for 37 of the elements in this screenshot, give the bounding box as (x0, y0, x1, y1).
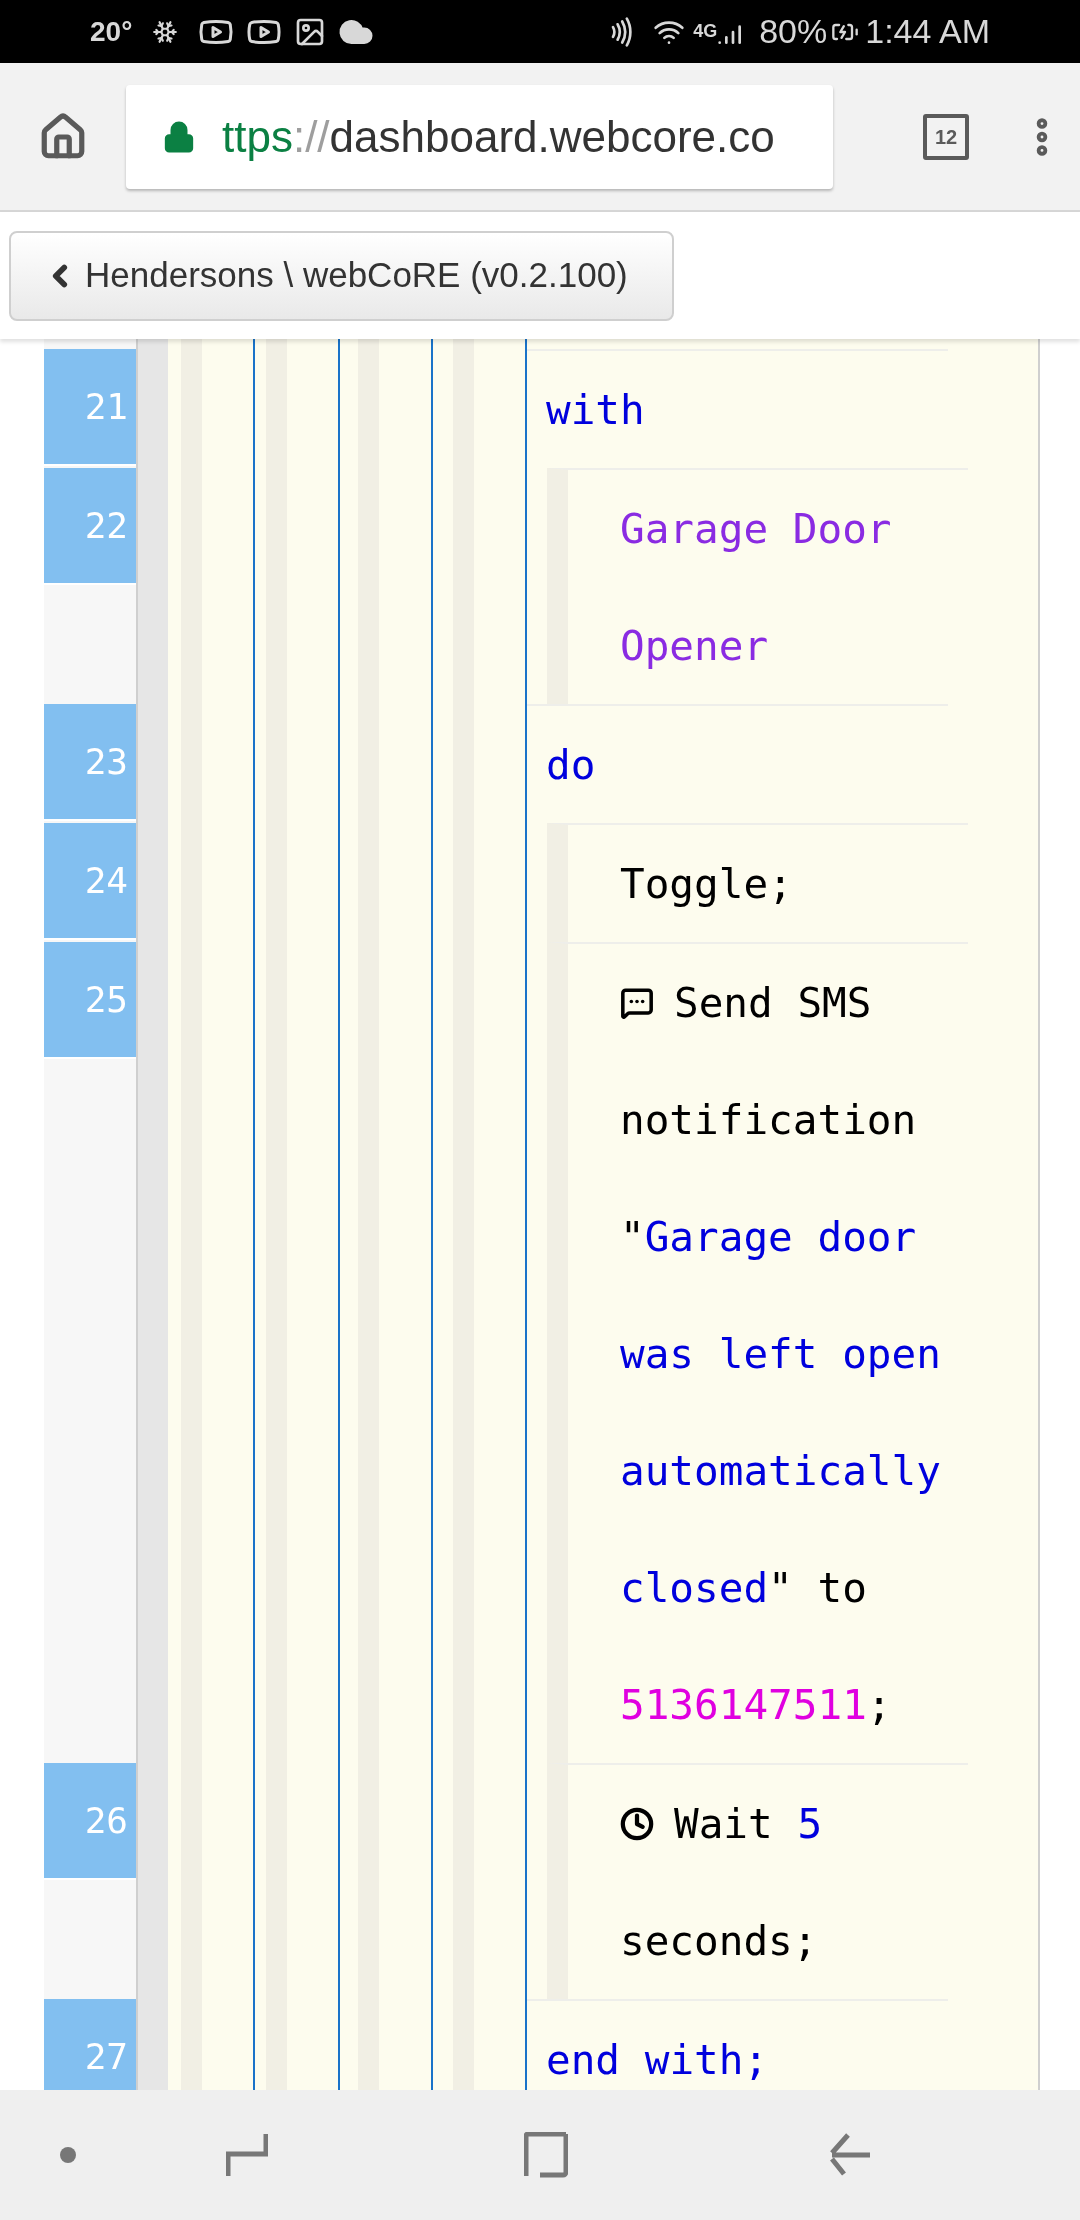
back-button[interactable]: Hendersons \ webCoRE (v0.2.100) (9, 230, 674, 321)
line-number: 22 (44, 468, 136, 585)
tab-count-button[interactable]: 12 (923, 113, 969, 160)
recent-apps-icon[interactable] (226, 2132, 268, 2178)
speech-bubble-icon (620, 985, 654, 1020)
line-number: 24 (44, 823, 136, 940)
back-arrow-icon[interactable] (828, 2132, 872, 2178)
code-line: 5136147511; (620, 1679, 892, 1730)
line-number: 21 (44, 349, 136, 466)
line-number: 27 (44, 1999, 136, 2090)
url-separator: :// (292, 110, 330, 163)
code-line: end with; (546, 2034, 769, 2085)
code-line: Garage Door (620, 503, 892, 554)
clock-time: 1:44 AM (865, 11, 990, 52)
code-line: "Garage door (620, 1211, 917, 1262)
code-line: Toggle; (620, 858, 793, 909)
line-number: 26 (44, 1763, 136, 1880)
network-type: 4G (693, 20, 718, 43)
code-line: was left open (620, 1328, 941, 1379)
code-line: Send SMS (674, 977, 872, 1028)
address-bar[interactable]: ttps://dashboard.webcore.co (126, 84, 833, 189)
url-scheme: ttps (222, 110, 293, 163)
clock-icon (620, 1806, 654, 1841)
code-line: automatically (620, 1445, 941, 1496)
snowflake-icon (152, 18, 179, 45)
code-line: Wait 5 (674, 1798, 823, 1849)
temperature: 20° (90, 14, 133, 49)
line-number: 23 (44, 704, 136, 821)
code-line: notification (620, 1094, 917, 1145)
code-line: with (546, 384, 645, 435)
code-line: seconds; (620, 1915, 818, 1966)
line-number: 25 (44, 942, 136, 1059)
url-host: dashboard.webcore.co (329, 110, 775, 163)
code-line: Opener (620, 620, 769, 671)
code-line: do (546, 739, 596, 790)
code-line: closed" to (620, 1562, 867, 1613)
battery-percent: 80% (759, 11, 828, 52)
